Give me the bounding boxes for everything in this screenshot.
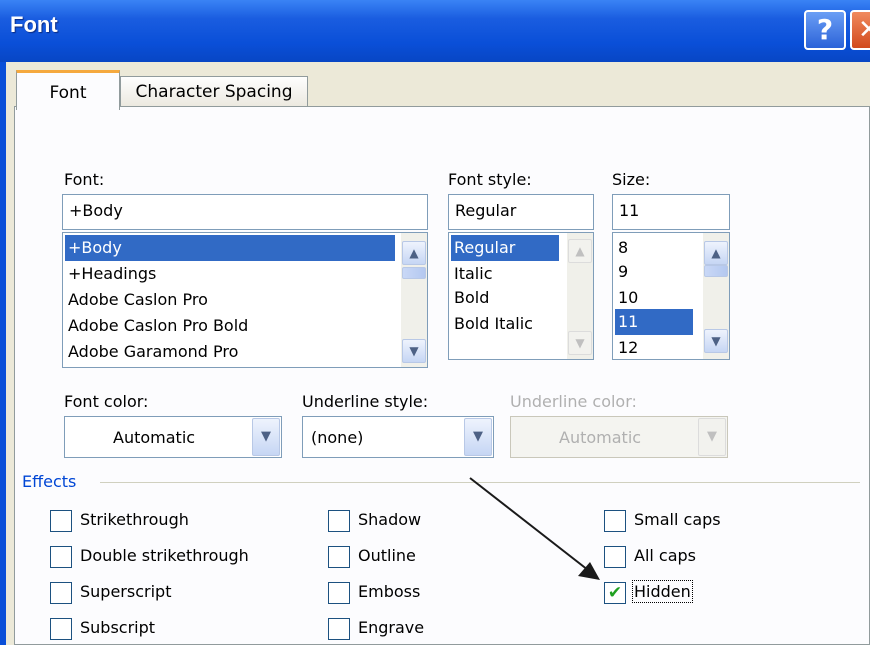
chevron-down-icon[interactable]: ▼ — [252, 418, 280, 456]
shadow-label: Shadow — [358, 510, 422, 529]
font-style-input[interactable]: Regular — [448, 194, 594, 230]
all-caps-label: All caps — [634, 546, 697, 565]
annotation-arrow — [469, 477, 600, 580]
font-style-list-item[interactable]: Bold — [451, 285, 559, 311]
font-style-list-item[interactable]: Regular — [451, 235, 559, 261]
underline-color-value: Automatic — [559, 428, 642, 447]
check-icon: ✔ — [607, 583, 623, 603]
superscript-label: Superscript — [80, 582, 172, 601]
underline-style-value: (none) — [311, 428, 364, 447]
underline-color-select: Automatic ▼ — [510, 416, 728, 458]
window-title: Font — [10, 12, 58, 37]
font-list-scrollbar[interactable]: ▲ ▼ — [401, 233, 427, 367]
font-style-label: Font style: — [448, 170, 532, 189]
emboss-checkbox[interactable] — [328, 582, 350, 604]
size-label: Size: — [612, 170, 651, 189]
font-list-item[interactable]: +Body — [65, 235, 395, 261]
size-list-item[interactable]: 12 — [615, 335, 695, 359]
font-style-list-item[interactable]: Italic — [451, 261, 559, 287]
emboss-label: Emboss — [358, 582, 421, 601]
font-label: Font: — [64, 170, 105, 189]
font-color-label: Font color: — [64, 392, 149, 411]
scroll-down-icon[interactable]: ▼ — [704, 329, 728, 353]
size-list-item[interactable]: 8 — [615, 235, 695, 261]
size-input[interactable]: 11 — [612, 194, 730, 230]
font-list-item[interactable]: Adobe Garamond Pro — [65, 339, 395, 365]
font-list[interactable]: +Body +Headings Adobe Caslon Pro Adobe C… — [62, 232, 428, 368]
font-list-item[interactable]: +Headings — [65, 261, 395, 287]
strikethrough-checkbox[interactable] — [50, 510, 72, 532]
scroll-up-icon[interactable]: ▲ — [402, 241, 426, 265]
hidden-label: Hidden — [632, 580, 693, 603]
scroll-down-icon[interactable]: ▼ — [402, 339, 426, 363]
font-color-value: Automatic — [113, 428, 196, 447]
subscript-label: Subscript — [80, 618, 156, 637]
small-caps-label: Small caps — [634, 510, 721, 529]
font-input[interactable]: +Body — [62, 194, 428, 230]
scroll-up-icon[interactable]: ▲ — [704, 241, 728, 265]
strikethrough-label: Strikethrough — [80, 510, 189, 529]
superscript-checkbox[interactable] — [50, 582, 72, 604]
subscript-checkbox[interactable] — [50, 618, 72, 640]
underline-color-label: Underline color: — [510, 392, 637, 411]
shadow-checkbox[interactable] — [328, 510, 350, 532]
chevron-down-icon: ▼ — [698, 418, 726, 456]
title-bar[interactable] — [0, 0, 870, 62]
outline-checkbox[interactable] — [328, 546, 350, 568]
font-style-scrollbar[interactable]: ▲ ▼ — [567, 233, 593, 359]
size-list-scrollbar[interactable]: ▲ ▼ — [703, 233, 729, 359]
help-button[interactable]: ? — [804, 10, 846, 50]
double-strikethrough-label: Double strikethrough — [80, 546, 249, 565]
font-style-list[interactable]: Regular Italic Bold Bold Italic ▲ ▼ — [448, 232, 594, 360]
arrow-shaft — [469, 477, 589, 571]
scroll-down-icon[interactable]: ▼ — [568, 331, 592, 355]
effects-group-label: Effects — [22, 472, 77, 491]
size-list-item[interactable]: 9 — [615, 259, 695, 285]
font-color-select[interactable]: Automatic ▼ — [64, 416, 282, 458]
tab-font[interactable]: Font — [16, 70, 120, 110]
outline-label: Outline — [358, 546, 416, 565]
scroll-up-icon[interactable]: ▲ — [568, 239, 592, 263]
close-button[interactable]: ✕ — [850, 10, 870, 50]
font-list-item[interactable]: Adobe Caslon Pro Bold — [65, 313, 395, 339]
size-list-item[interactable]: 11 — [615, 309, 693, 335]
size-list-item[interactable]: 10 — [615, 285, 695, 311]
scroll-thumb[interactable] — [402, 267, 426, 279]
engrave-label: Engrave — [358, 618, 425, 637]
engrave-checkbox[interactable] — [328, 618, 350, 640]
double-strikethrough-checkbox[interactable] — [50, 546, 72, 568]
window-frame-edge — [0, 62, 6, 645]
chevron-down-icon[interactable]: ▼ — [464, 418, 492, 456]
size-list[interactable]: 8 9 10 11 12 ▲ ▼ — [612, 232, 730, 360]
tab-character-spacing[interactable]: Character Spacing — [120, 76, 308, 106]
underline-style-label: Underline style: — [302, 392, 429, 411]
font-list-item[interactable]: Adobe Caslon Pro — [65, 287, 395, 313]
scroll-thumb[interactable] — [704, 265, 728, 277]
font-style-list-item[interactable]: Bold Italic — [451, 311, 559, 337]
underline-style-select[interactable]: (none) ▼ — [302, 416, 494, 458]
